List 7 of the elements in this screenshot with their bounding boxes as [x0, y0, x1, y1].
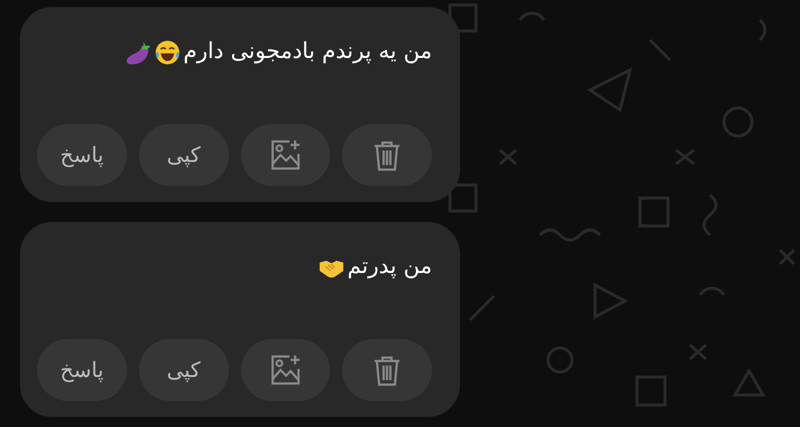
message-text: من یه پرندم بادمجونی دارم — [183, 38, 432, 66]
message-text: من پدرتم — [347, 253, 432, 281]
reply-button[interactable]: پاسخ — [37, 339, 127, 401]
laughing-emoji-icon — [154, 38, 182, 66]
copy-button[interactable]: کپی — [138, 124, 228, 186]
copy-button[interactable]: کپی — [138, 339, 228, 401]
reply-button[interactable]: پاسخ — [37, 124, 127, 186]
